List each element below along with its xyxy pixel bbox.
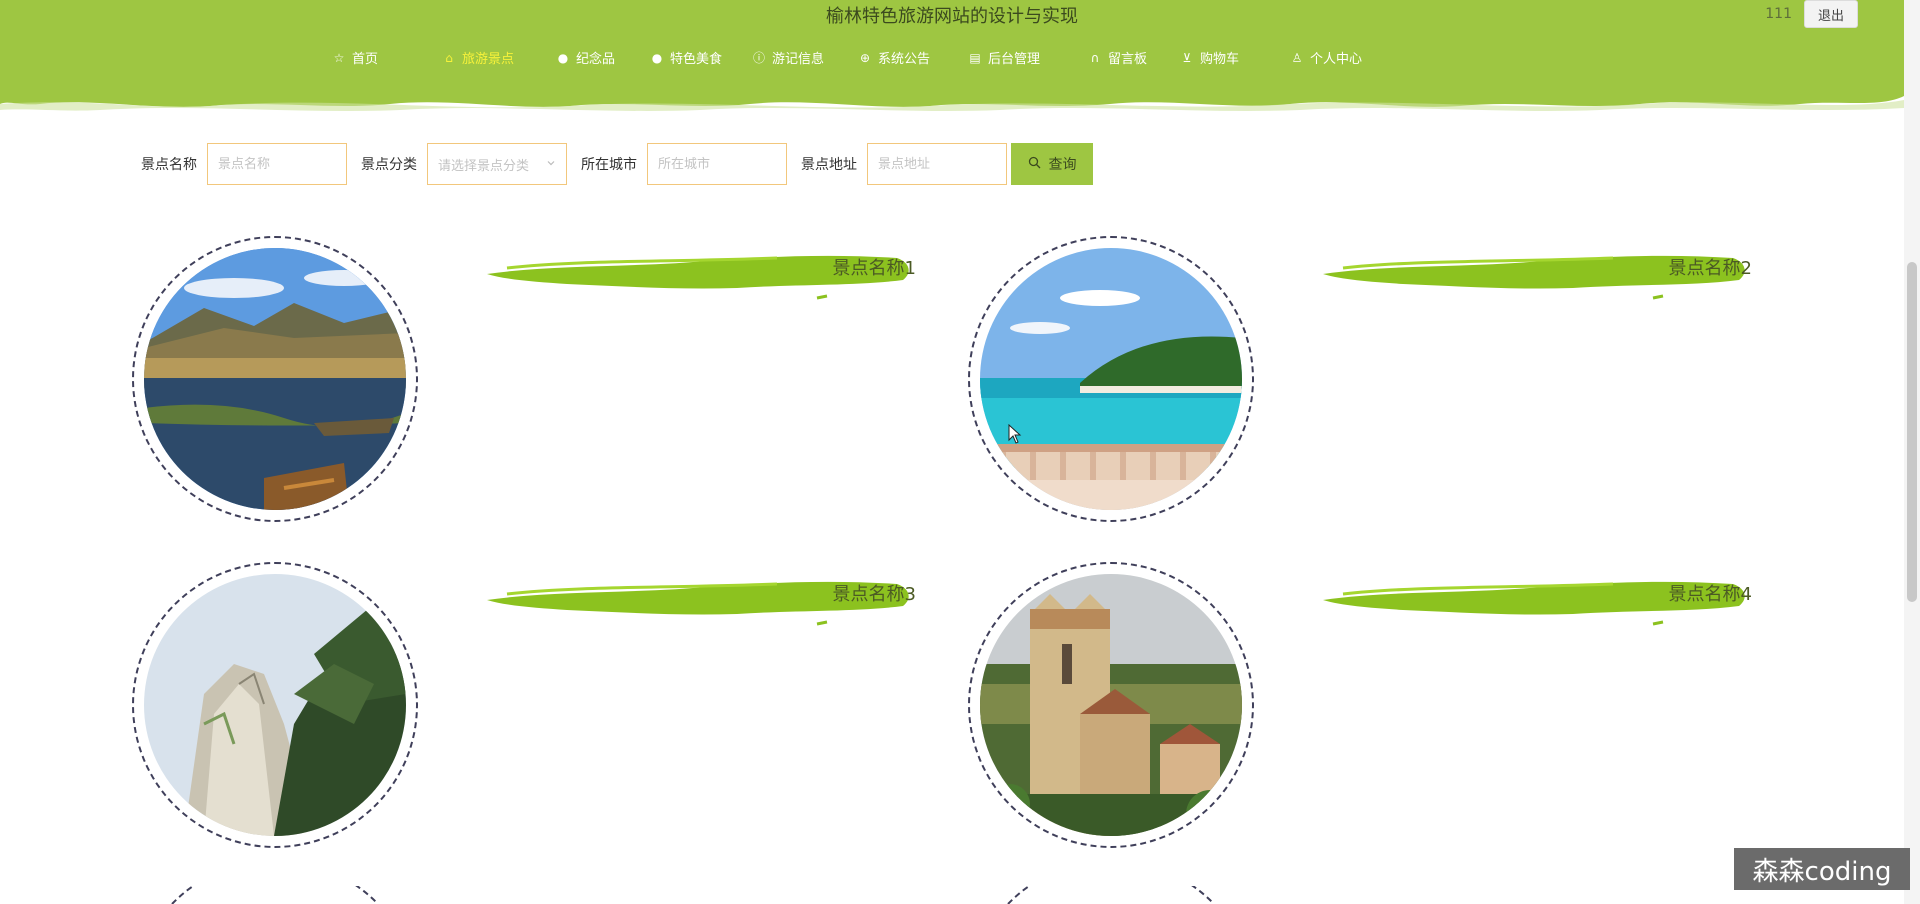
nav-item-6[interactable]: ▤ 后台管理 — [968, 48, 1041, 68]
attraction-card[interactable]: 景点名称2 — [968, 236, 1808, 536]
bag-icon: ⌂ — [445, 50, 453, 65]
nav-item-9[interactable]: ♙ 个人中心 — [1290, 48, 1363, 68]
address-input[interactable] — [867, 143, 1007, 185]
attraction-photo-cliff[interactable] — [144, 574, 406, 836]
nav-item-5[interactable]: ⊕ 系统公告 — [858, 48, 931, 68]
category-placeholder: 请选择景点分类 — [438, 158, 530, 174]
nav-item-label: 旅游景点 — [462, 52, 515, 67]
nav-item-label: 后台管理 — [988, 52, 1041, 67]
nav-item-2[interactable]: ● 纪念品 — [556, 48, 616, 68]
nav-item-4[interactable]: ⓘ 游记信息 — [752, 48, 824, 67]
photo-ring — [968, 236, 1254, 522]
globe-icon: ⊕ — [859, 50, 871, 65]
nav-item-label: 留言板 — [1108, 52, 1148, 67]
search-icon — [1028, 156, 1041, 172]
next-row-ring-partial — [171, 886, 379, 904]
search-button[interactable]: 查询 — [1011, 143, 1093, 185]
chevron-down-icon — [546, 157, 556, 172]
attraction-name[interactable]: 景点名称1 — [833, 254, 916, 280]
headset-icon: ∩ — [1090, 50, 1100, 65]
next-row-ring-partial — [1007, 886, 1215, 904]
photo-ring — [132, 236, 418, 522]
attraction-card[interactable]: 景点名称3 — [132, 562, 972, 862]
star-icon: ☆ — [333, 50, 345, 65]
nav-item-3[interactable]: ● 特色美食 — [650, 48, 723, 68]
search-button-label: 查询 — [1048, 156, 1077, 172]
attraction-photo-lake[interactable] — [144, 248, 406, 510]
username-label[interactable]: 111 — [1765, 6, 1792, 22]
category-label: 景点分类 — [361, 157, 417, 173]
nav-item-label: 游记信息 — [772, 52, 825, 67]
dot-icon: ● — [651, 50, 663, 65]
nav-item-7[interactable]: ∩ 留言板 — [1088, 48, 1148, 68]
logout-button[interactable]: 退出 — [1804, 0, 1858, 28]
nav-item-8[interactable]: ⊻ 购物车 — [1180, 48, 1240, 68]
clipboard-icon: ▤ — [969, 50, 981, 65]
category-select[interactable]: 请选择景点分类 — [427, 143, 567, 185]
photo-ring — [132, 562, 418, 848]
nav-item-1[interactable]: ⌂ 旅游景点 — [442, 48, 515, 68]
attraction-name[interactable]: 景点名称3 — [833, 580, 916, 606]
nav-item-label: 购物车 — [1200, 52, 1240, 67]
nav-item-label: 特色美食 — [670, 52, 723, 67]
attraction-photo-church[interactable] — [980, 574, 1242, 836]
name-input[interactable] — [207, 143, 347, 185]
user-box: 111 退出 — [1765, 0, 1858, 28]
attraction-card[interactable]: 景点名称4 — [968, 562, 1808, 862]
user-icon: ♙ — [1291, 50, 1303, 65]
nav-item-label: 纪念品 — [576, 52, 616, 67]
watermark: 森森coding — [1734, 848, 1910, 890]
attraction-card[interactable]: 景点名称1 — [132, 236, 972, 536]
cart-icon: ⊻ — [1182, 50, 1192, 65]
info-icon: ⓘ — [752, 51, 765, 65]
attraction-photo-beach[interactable] — [980, 248, 1242, 510]
site-header: 榆林特色旅游网站的设计与实现 111 退出 ☆ 首页 ⌂ 旅游景点 ● 纪念品 ● 特色美食 ⓘ… — [0, 0, 1904, 112]
attraction-name[interactable]: 景点名称2 — [1669, 254, 1752, 280]
site-title: 榆林特色旅游网站的设计与实现 — [826, 6, 1078, 27]
nav-item-0[interactable]: ☆ 首页 — [332, 48, 379, 68]
nav-item-label: 首页 — [352, 52, 379, 67]
nav-item-label: 系统公告 — [878, 52, 931, 67]
photo-ring — [968, 562, 1254, 848]
nav-item-label: 个人中心 — [1310, 52, 1363, 67]
page-scrollbar[interactable] — [1904, 0, 1920, 904]
city-input[interactable] — [647, 143, 787, 185]
address-label: 景点地址 — [801, 157, 857, 173]
attraction-name[interactable]: 景点名称4 — [1669, 580, 1752, 606]
dot-icon: ● — [557, 50, 569, 65]
scroll-thumb[interactable] — [1907, 262, 1917, 602]
search-bar: 景点名称 景点分类 请选择景点分类 所在城市 景点地址 查询 — [141, 143, 1093, 185]
name-label: 景点名称 — [141, 157, 197, 173]
city-label: 所在城市 — [581, 157, 637, 173]
mouse-cursor-icon — [1008, 424, 1022, 444]
